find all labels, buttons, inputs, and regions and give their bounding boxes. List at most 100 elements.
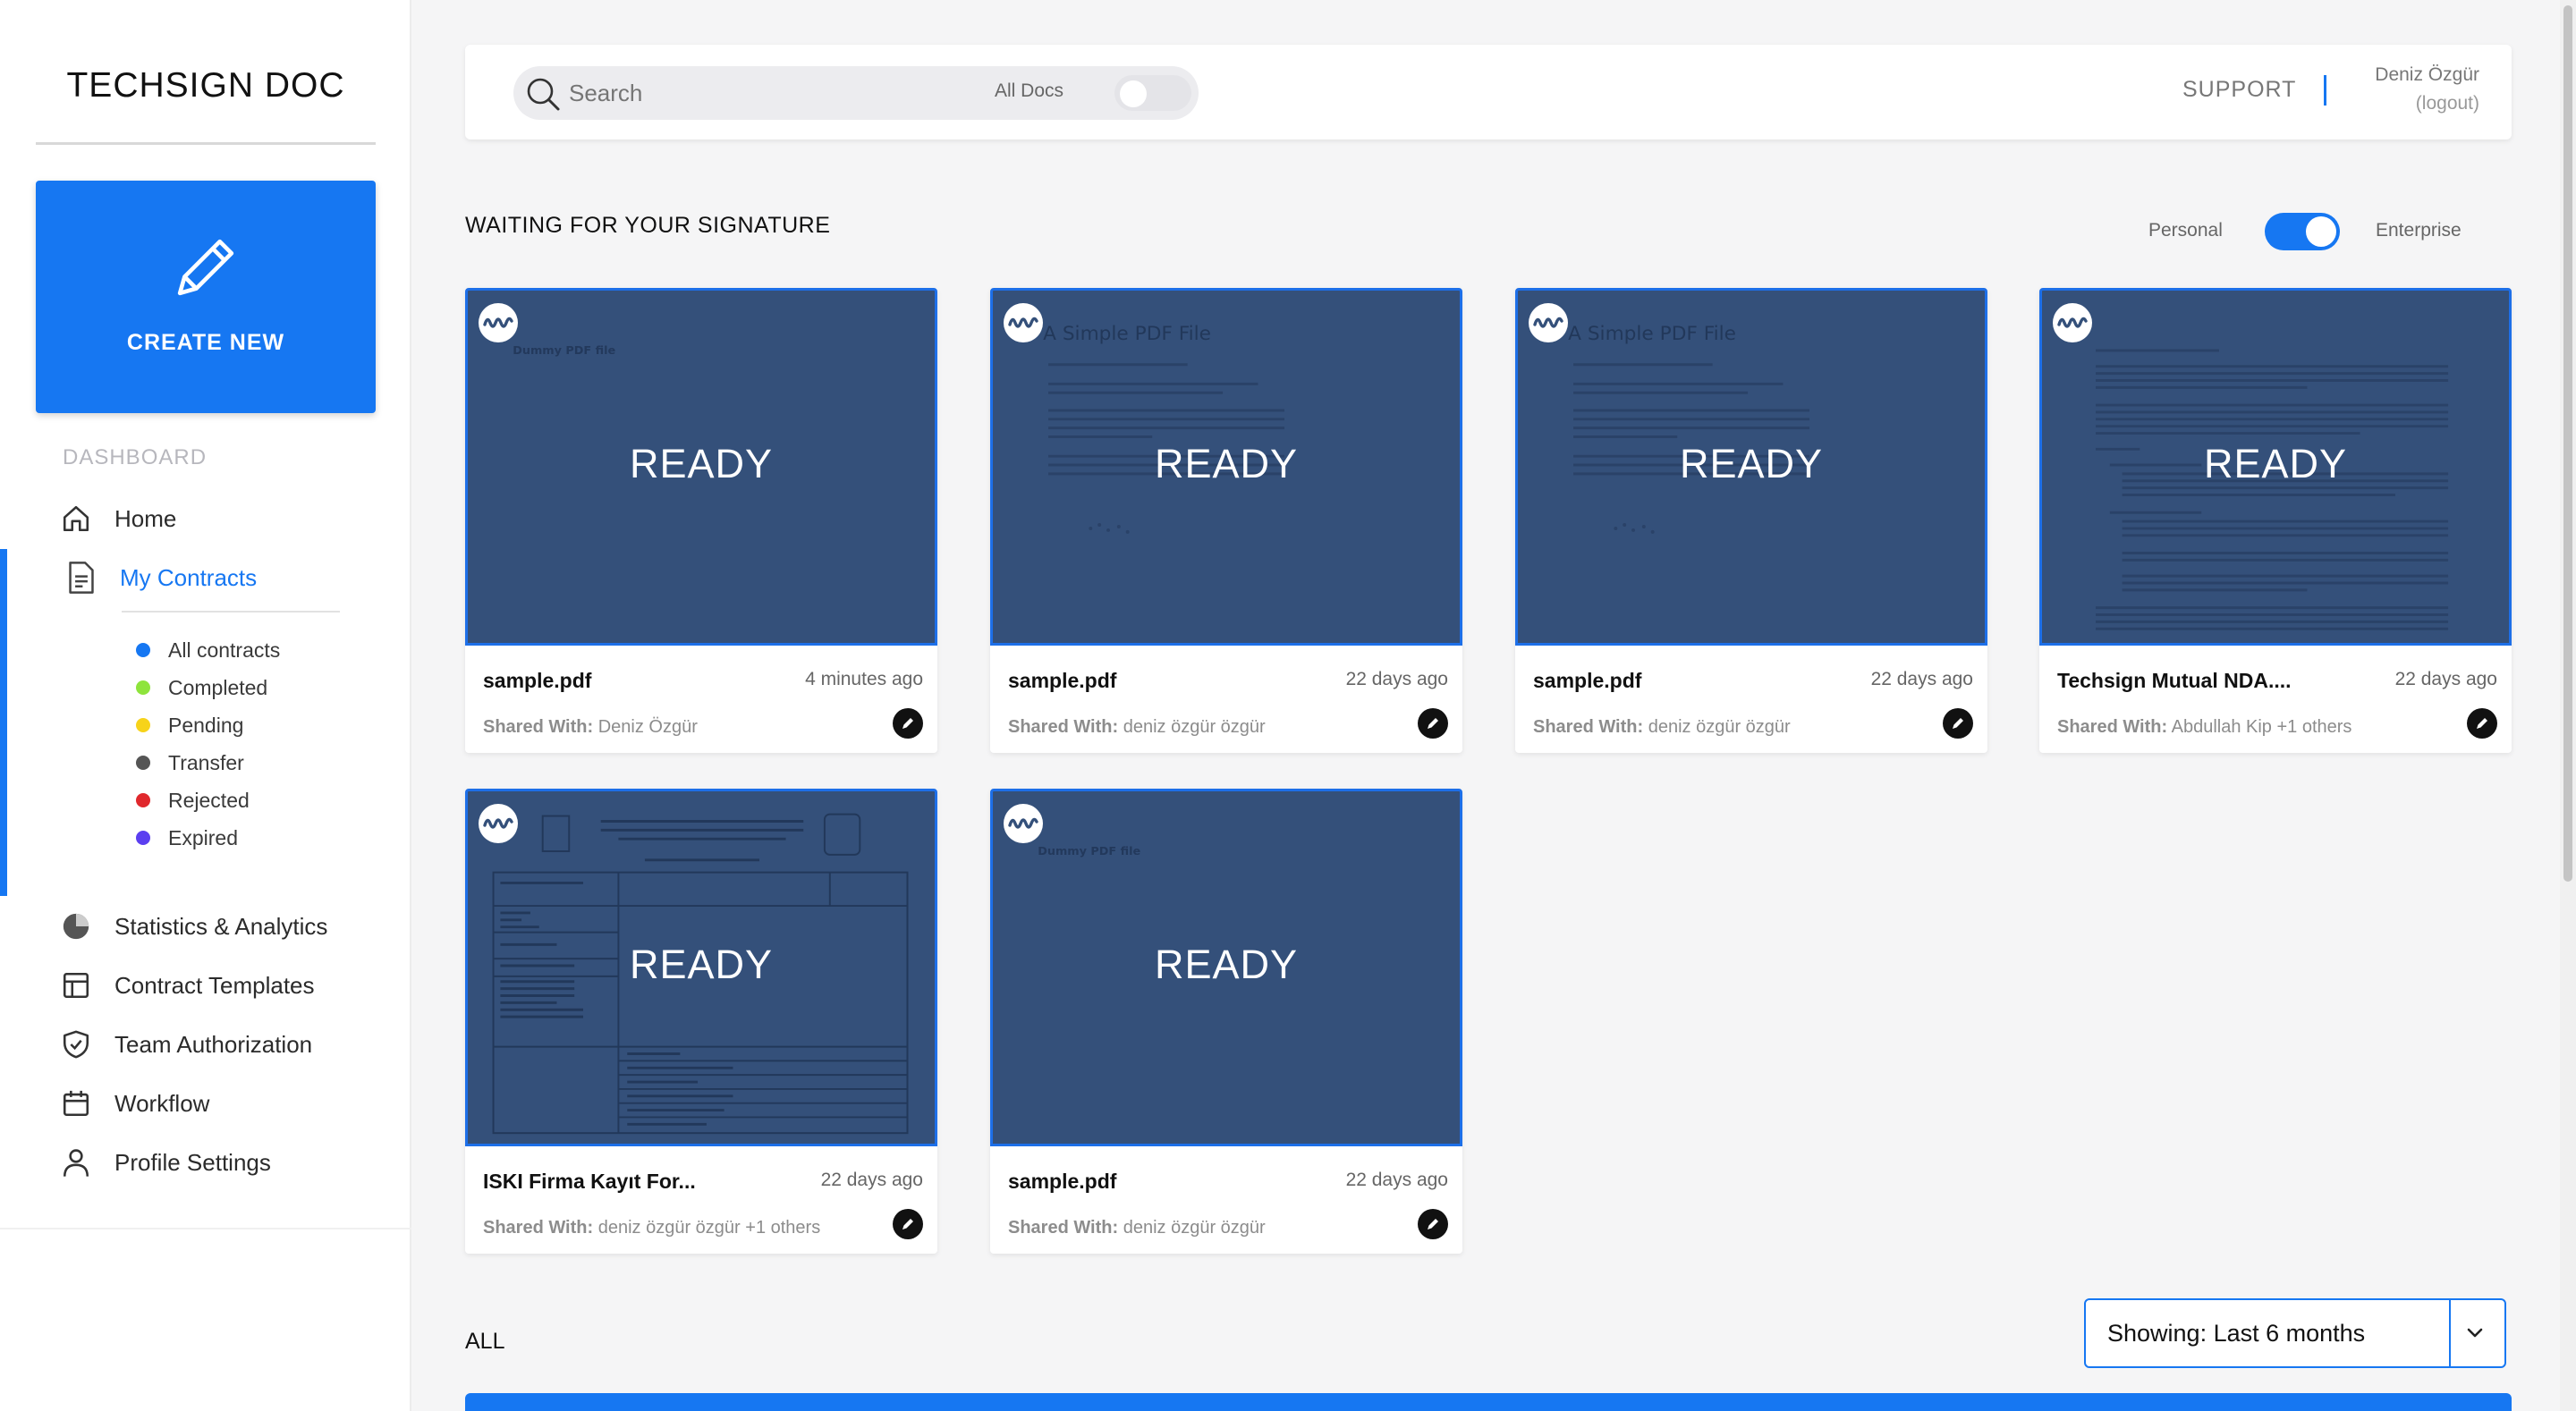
sidebar-item-label: Profile Settings — [114, 1148, 271, 1176]
submenu-label: Pending — [168, 713, 244, 737]
document-thumbnail: A Simple PDF File READY — [990, 288, 1462, 646]
document-card[interactable]: A Simple PDF File READY sample.pdf 22 da… — [990, 288, 1462, 753]
shared-with-users: deniz özgür özgür — [1123, 717, 1266, 737]
sidebar-item-label: Team Authorization — [114, 1030, 313, 1058]
sidebar-item-label: Contract Templates — [114, 971, 315, 999]
document-card[interactable]: Dummy PDF file READY sample.pdf 22 days … — [990, 789, 1462, 1254]
shared-with-users: deniz özgür özgür — [1123, 1218, 1266, 1238]
status-dot — [136, 680, 150, 695]
techsign-logo-icon — [1004, 804, 1043, 843]
document-thumbnail: A Simple PDF File READY — [1515, 288, 1987, 646]
pen-icon — [2477, 718, 2487, 729]
pen-icon — [1428, 718, 1438, 729]
shared-with-users: deniz özgür özgür +1 others — [597, 1218, 821, 1238]
brand-name-bold: TECHSIGN — [66, 66, 254, 105]
preview-heading: A Simple PDF File — [1043, 323, 1211, 345]
sign-button[interactable] — [893, 1209, 923, 1239]
search-input[interactable] — [569, 73, 945, 113]
user-name: Deniz Özgür — [2375, 64, 2479, 85]
techsign-logo-icon — [1529, 303, 1568, 342]
shared-with: Shared With: deniz özgür özgür +1 others — [483, 1218, 820, 1238]
document-thumbnail: Dummy PDF file READY — [465, 288, 937, 646]
shared-with: Shared With: deniz özgür özgür — [1008, 1218, 1266, 1238]
techsign-logo-icon — [479, 804, 518, 843]
submenu-all-contracts[interactable]: All contracts — [136, 637, 280, 663]
submenu-completed[interactable]: Completed — [136, 674, 267, 701]
sidebar-item-workflow[interactable]: Workflow — [59, 1084, 209, 1123]
document-status: READY — [1679, 441, 1824, 486]
pie-chart-icon — [59, 909, 93, 943]
sign-button[interactable] — [1418, 1209, 1448, 1239]
all-docs-label: All Docs — [995, 80, 1064, 101]
document-status: READY — [2203, 441, 2348, 486]
submenu-label: Transfer — [168, 750, 244, 774]
document-card[interactable]: Dummy PDF file READY sample.pdf 4 minute… — [465, 288, 937, 753]
sidebar-item-profile-settings[interactable]: Profile Settings — [59, 1143, 271, 1182]
status-dot — [136, 643, 150, 657]
pen-icon — [1428, 1219, 1438, 1229]
submenu-expired[interactable]: Expired — [136, 824, 238, 851]
document-time: 22 days ago — [1345, 669, 1448, 689]
status-dot — [136, 831, 150, 845]
shared-with: Shared With: deniz özgür özgür — [1533, 717, 1791, 738]
submenu-divider — [122, 611, 340, 613]
mode-personal-label: Personal — [2148, 220, 2223, 241]
document-thumbnail: READY — [2039, 288, 2512, 646]
page-scrollbar[interactable] — [2560, 0, 2576, 1411]
submenu-transfer[interactable]: Transfer — [136, 749, 244, 776]
contracts-table-header — [465, 1393, 2512, 1411]
sign-button[interactable] — [1418, 708, 1448, 739]
pen-icon — [902, 718, 913, 729]
scrollbar-thumb[interactable] — [2563, 5, 2572, 882]
sidebar-item-team-authorization[interactable]: Team Authorization — [59, 1025, 312, 1064]
sign-button[interactable] — [893, 708, 923, 739]
sidebar: TECHSIGN DOC CREATE NEW DASHBOARD Home M… — [0, 0, 411, 1411]
document-card[interactable]: READY ISKI Firma Kayıt For... 22 days ag… — [465, 789, 937, 1254]
pen-icon — [902, 1219, 913, 1229]
submenu-label: Completed — [168, 675, 268, 699]
date-range-select[interactable]: Showing: Last 6 months — [2084, 1298, 2506, 1368]
all-docs-toggle[interactable] — [1114, 75, 1191, 111]
sidebar-item-home[interactable]: Home — [59, 499, 176, 538]
submenu-label: Expired — [168, 825, 238, 849]
support-link[interactable]: SUPPORT — [2182, 77, 2296, 103]
toggle-knob — [2306, 216, 2336, 247]
shared-with-users: Abdullah Kip +1 others — [2171, 717, 2352, 737]
calendar-icon — [59, 1086, 93, 1120]
sidebar-item-my-contracts[interactable]: My Contracts — [64, 558, 257, 597]
sign-button[interactable] — [1943, 708, 1973, 739]
submenu-rejected[interactable]: Rejected — [136, 787, 250, 814]
select-divider — [2449, 1300, 2451, 1366]
document-name: sample.pdf — [1533, 669, 1642, 692]
create-new-button[interactable]: CREATE NEW — [36, 181, 376, 413]
sidebar-item-contract-templates[interactable]: Contract Templates — [59, 966, 315, 1005]
techsign-logo-icon — [1004, 303, 1043, 342]
pen-icon — [1953, 718, 1963, 729]
document-name: Techsign Mutual NDA.... — [2057, 669, 2292, 692]
shared-with-label: Shared With: — [483, 717, 594, 737]
document-time: 22 days ago — [1870, 669, 1973, 689]
search-icon[interactable] — [522, 73, 562, 113]
brand-logo[interactable]: TECHSIGN DOC — [36, 61, 376, 145]
document-name: ISKI Firma Kayıt For... — [483, 1170, 696, 1193]
logout-link[interactable]: (logout) — [2416, 93, 2479, 114]
document-card[interactable]: READY Techsign Mutual NDA.... 22 days ag… — [2039, 288, 2512, 753]
date-range-value: Showing: Last 6 months — [2107, 1320, 2366, 1347]
document-time: 22 days ago — [2394, 669, 2497, 689]
submenu-label: Rejected — [168, 788, 250, 812]
shared-with-users: Deniz Özgür — [597, 717, 698, 737]
document-status: READY — [1154, 942, 1299, 987]
document-time: 22 days ago — [1345, 1170, 1448, 1190]
submenu-pending[interactable]: Pending — [136, 712, 243, 739]
status-dot — [136, 718, 150, 732]
techsign-logo-icon — [2053, 303, 2092, 342]
document-thumbnail: READY — [465, 789, 937, 1146]
template-icon — [59, 968, 93, 1002]
search-bar: All Docs — [513, 66, 1199, 120]
shared-with-label: Shared With: — [483, 1218, 594, 1238]
sign-button[interactable] — [2467, 708, 2497, 739]
submenu-label: All contracts — [168, 638, 281, 662]
sidebar-item-statistics[interactable]: Statistics & Analytics — [59, 907, 327, 946]
document-card[interactable]: A Simple PDF File READY sample.pdf 22 da… — [1515, 288, 1987, 753]
personal-enterprise-toggle[interactable] — [2265, 213, 2340, 250]
